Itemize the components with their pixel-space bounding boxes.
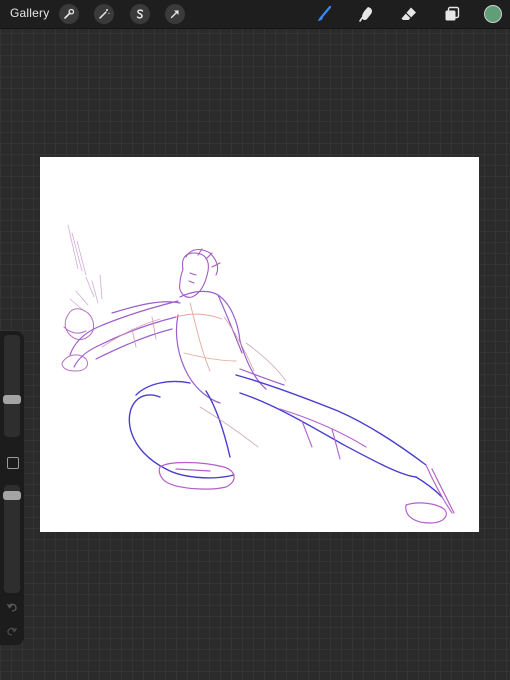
paint-button[interactable] <box>313 3 335 25</box>
actions-button[interactable] <box>59 4 79 24</box>
selection-button[interactable] <box>130 4 150 24</box>
undo-icon[interactable] <box>6 601 18 613</box>
erase-button[interactable] <box>398 3 420 25</box>
modify-button[interactable] <box>7 457 19 469</box>
eraser-icon <box>401 7 416 20</box>
brush-size-slider[interactable] <box>3 335 21 437</box>
top-toolbar: Gallery <box>0 0 510 29</box>
layers-icon <box>445 6 460 21</box>
drawing-canvas[interactable] <box>40 157 479 532</box>
left-sidebar <box>0 331 24 645</box>
sketch-artwork <box>61 224 455 524</box>
selection-icon <box>136 9 144 19</box>
color-swatch-button[interactable] <box>484 5 502 23</box>
brush-size-thumb[interactable] <box>3 395 21 404</box>
smudge-button[interactable] <box>356 3 378 25</box>
smudge-icon <box>359 7 372 22</box>
magic-wand-icon <box>99 9 110 19</box>
opacity-thumb[interactable] <box>3 491 21 500</box>
adjustments-button[interactable] <box>94 4 114 24</box>
wrench-icon <box>64 8 75 19</box>
transform-button[interactable] <box>165 4 185 24</box>
layers-button[interactable] <box>441 3 463 25</box>
arrow-cursor-icon <box>170 10 179 19</box>
gallery-button[interactable]: Gallery <box>10 6 49 20</box>
opacity-slider[interactable] <box>3 485 21 593</box>
redo-icon[interactable] <box>6 625 18 637</box>
brush-icon <box>317 5 332 21</box>
